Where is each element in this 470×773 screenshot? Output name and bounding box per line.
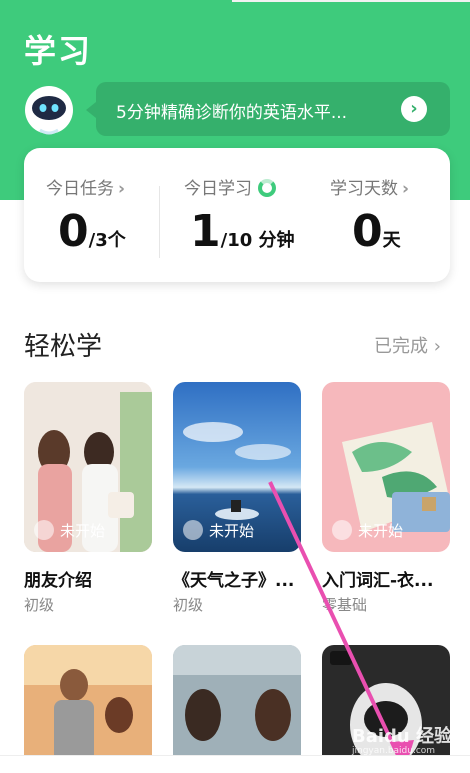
course-level: 初级 <box>24 596 55 614</box>
stat-label: 今日学习 <box>184 179 252 199</box>
course-card-clothing-vocab[interactable]: 未开始 <box>322 382 450 552</box>
stat-value: 0 <box>352 206 383 257</box>
course-title[interactable]: 《天气之子》... <box>173 566 303 591</box>
course-card-friend-intro[interactable]: 未开始 <box>24 382 152 552</box>
status-dot <box>183 520 203 540</box>
course-level: 初级 <box>173 596 204 614</box>
level-test-banner[interactable]: 5分钟精确诊断你的英语水平... › <box>86 82 450 136</box>
stat-value: 0 <box>58 206 89 257</box>
divider <box>159 186 160 258</box>
chevron-right-icon: › <box>118 179 126 199</box>
status-badge: 未开始 <box>358 522 404 540</box>
course-title[interactable]: 朋友介绍 <box>24 566 154 591</box>
stat-unit: /3个 <box>88 230 126 251</box>
course-level: 零基础 <box>322 596 368 614</box>
course-image <box>173 645 301 773</box>
chevron-right-icon: › <box>402 179 410 199</box>
stat-today-study[interactable]: 今日学习 1/10 分钟 <box>184 148 314 282</box>
stat-unit: /10 分钟 <box>220 230 295 251</box>
level-test-text: 5分钟精确诊断你的英语水平... <box>116 103 348 123</box>
status-bar-line <box>232 0 470 2</box>
baidu-watermark: Baidu 经验 <box>352 726 453 747</box>
section-title: 轻松学 <box>24 332 103 362</box>
course-card-weathering-with-you[interactable]: 未开始 <box>173 382 301 552</box>
status-badge: 未开始 <box>209 522 255 540</box>
course-image <box>24 645 152 773</box>
status-badge: 未开始 <box>60 522 106 540</box>
stat-label: 今日任务 <box>46 179 114 199</box>
course-card-friends[interactable] <box>173 645 301 773</box>
stat-label: 学习天数 <box>330 179 398 199</box>
course-card-couple[interactable] <box>24 645 152 773</box>
stat-value: 1 <box>190 206 221 257</box>
status-dot <box>332 520 352 540</box>
completed-link[interactable]: 已完成 › <box>374 332 441 358</box>
chevron-right-icon[interactable]: › <box>401 96 427 122</box>
stats-card: 今日任务 › 0/3个 今日学习 1/10 分钟 学习天数 › 0天 <box>24 148 450 282</box>
robot-mascot-icon[interactable] <box>24 84 74 136</box>
bottom-tab-bar <box>0 755 470 773</box>
status-dot <box>34 520 54 540</box>
course-title[interactable]: 入门词汇-衣... <box>322 566 470 591</box>
stat-study-days[interactable]: 学习天数 › 0天 <box>330 148 442 282</box>
page-title: 学习 <box>24 32 93 70</box>
stat-unit: 天 <box>382 230 401 251</box>
progress-ring-icon <box>258 179 276 197</box>
stat-today-tasks[interactable]: 今日任务 › 0/3个 <box>46 148 156 282</box>
